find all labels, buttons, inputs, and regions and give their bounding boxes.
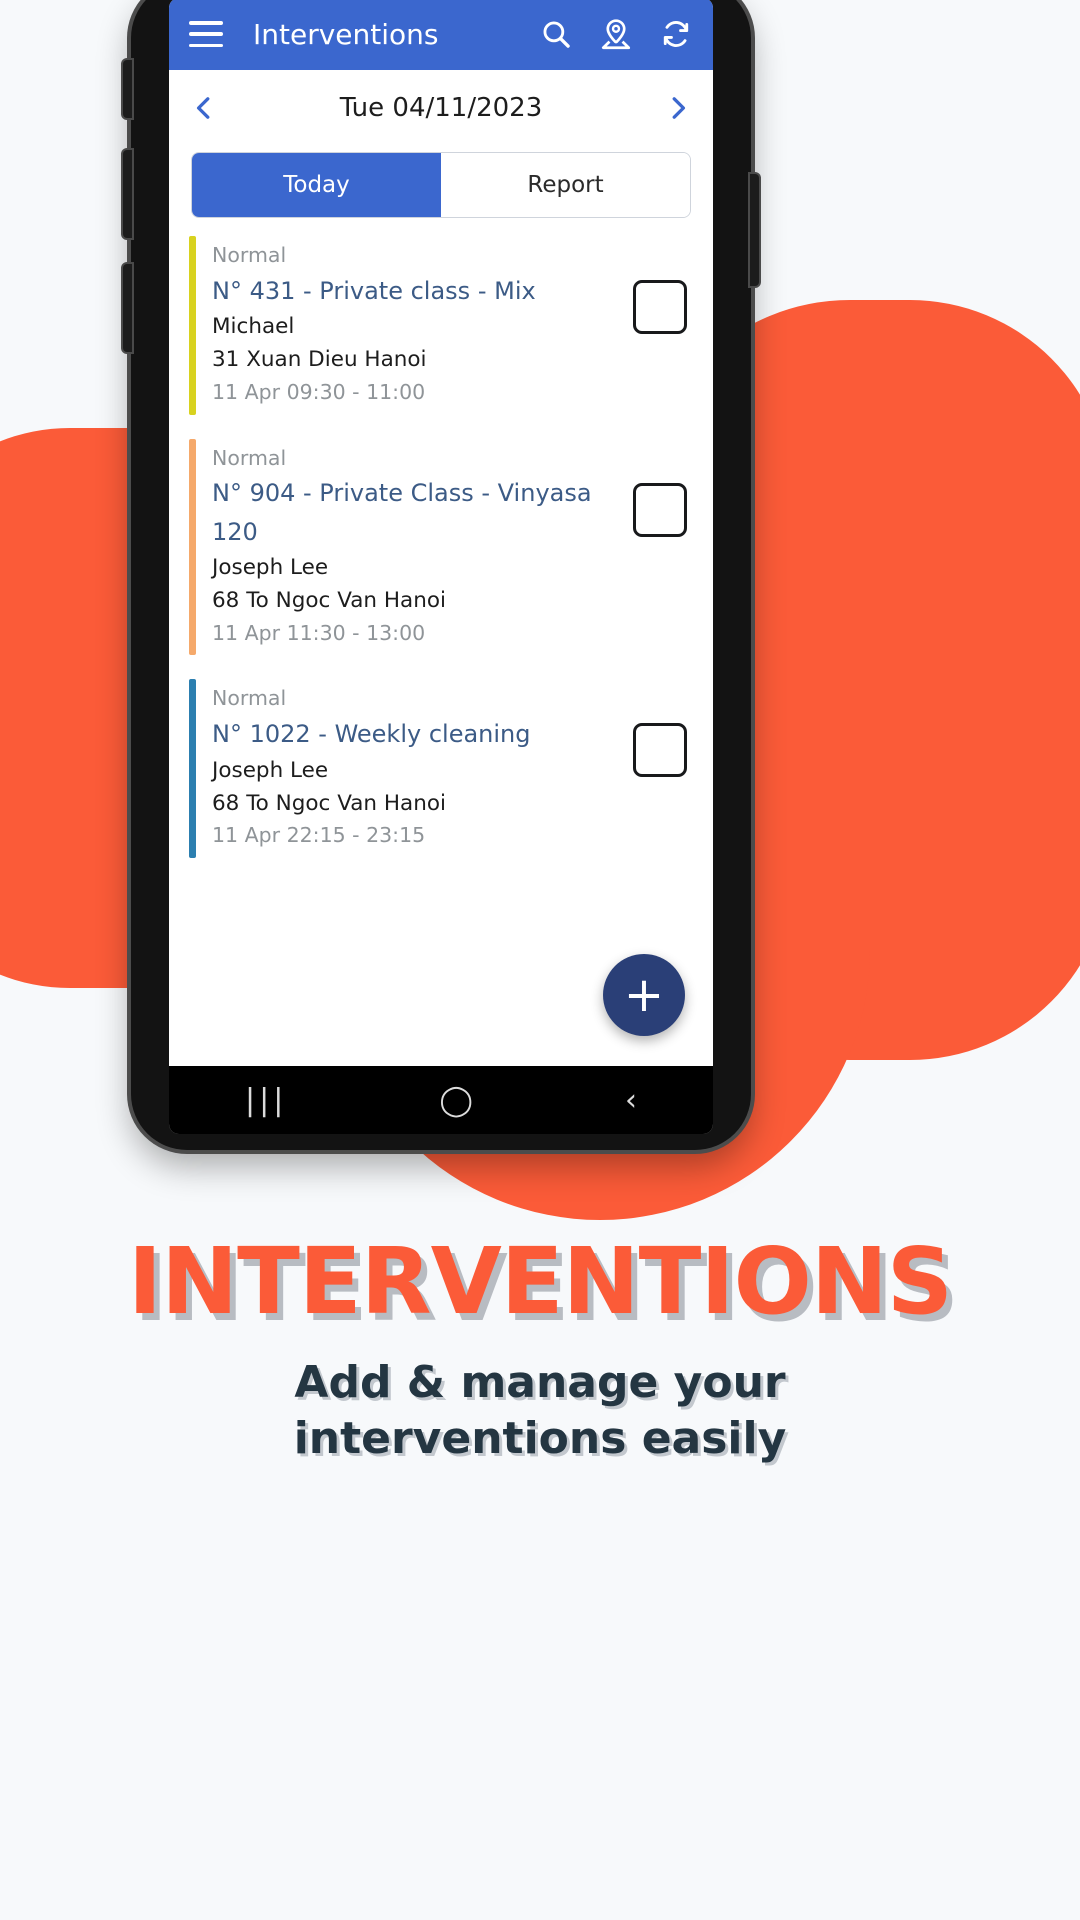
list-item[interactable]: Normal N° 431 - Private class - Mix Mich… — [169, 236, 713, 415]
back-icon[interactable]: ‹ — [625, 1083, 637, 1118]
hamburger-menu-icon[interactable] — [189, 21, 223, 47]
list-item[interactable]: Normal N° 1022 - Weekly cleaning Joseph … — [169, 679, 713, 859]
priority-accent-bar — [189, 236, 196, 415]
item-time: 11 Apr 22:15 - 23:15 — [212, 823, 426, 848]
item-checkbox[interactable] — [633, 723, 687, 778]
promo-stage: Interventions Tue 04/11/2023 Today Repor… — [0, 0, 1080, 1920]
priority-accent-bar — [189, 679, 196, 859]
volume-down-button[interactable] — [123, 150, 132, 238]
priority-accent-bar — [189, 438, 196, 656]
item-status: Normal — [212, 243, 287, 267]
item-title: N° 431 - Private class - Mix — [212, 276, 536, 305]
item-person: Joseph Lee — [212, 757, 329, 783]
item-status: Normal — [212, 686, 287, 711]
promo-subheadline-line1: Add & manage your — [294, 1357, 786, 1408]
tab-today[interactable]: Today — [192, 153, 441, 217]
list-item-body: Normal N° 1022 - Weekly cleaning Joseph … — [196, 679, 633, 858]
refresh-icon[interactable] — [659, 17, 693, 51]
next-day-button[interactable] — [665, 95, 691, 121]
item-checkbox[interactable] — [633, 280, 687, 334]
item-time: 11 Apr 11:30 - 13:00 — [212, 620, 426, 645]
app-bar: Interventions — [169, 0, 713, 70]
item-person: Joseph Lee — [212, 555, 329, 581]
page-title: Interventions — [253, 17, 439, 51]
item-address: 31 Xuan Dieu Hanoi — [212, 347, 427, 373]
phone-screen: Interventions Tue 04/11/2023 Today Repor… — [169, 0, 713, 1134]
list-item[interactable]: Normal N° 904 - Private Class - Vinyasa … — [169, 438, 713, 656]
promo-subheadline-line2: interventions easily — [293, 1413, 787, 1465]
power-button[interactable] — [750, 174, 759, 286]
volume-up-button[interactable] — [123, 60, 132, 118]
android-navigation-bar: ||| ◯ ‹ — [169, 1066, 713, 1134]
search-icon[interactable] — [539, 17, 573, 51]
item-address: 68 To Ngoc Van Hanoi — [212, 588, 446, 614]
item-time: 11 Apr 09:30 - 11:00 — [212, 379, 426, 404]
promo-subheadline: Add & manage your interventions easily — [0, 1355, 1080, 1468]
bixby-button[interactable] — [123, 264, 132, 352]
list-item-body: Normal N° 431 - Private class - Mix Mich… — [196, 236, 633, 415]
date-navigation-bar: Tue 04/11/2023 — [169, 70, 713, 146]
item-person: Michael — [212, 314, 295, 340]
tab-bar: Today Report — [191, 152, 691, 218]
item-address: 68 To Ngoc Van Hanoi — [212, 790, 446, 816]
home-icon[interactable]: ◯ — [439, 1083, 473, 1118]
current-date-label: Tue 04/11/2023 — [339, 93, 543, 123]
map-pin-icon[interactable] — [599, 17, 633, 51]
add-intervention-fab[interactable]: + — [603, 954, 685, 1036]
item-title: N° 904 - Private Class - Vinyasa 120 — [212, 479, 592, 546]
app-bar-actions — [539, 17, 693, 51]
list-item-body: Normal N° 904 - Private Class - Vinyasa … — [196, 439, 633, 656]
recents-icon[interactable]: ||| — [245, 1083, 287, 1118]
promo-headline: INTERVENTIONS — [127, 1228, 953, 1335]
phone-frame: Interventions Tue 04/11/2023 Today Repor… — [123, 0, 759, 1150]
item-status: Normal — [212, 445, 287, 470]
intervention-list: Normal N° 431 - Private class - Mix Mich… — [169, 218, 713, 1066]
previous-day-button[interactable] — [191, 95, 217, 121]
item-title: N° 1022 - Weekly cleaning — [212, 720, 531, 749]
item-checkbox[interactable] — [633, 482, 687, 537]
tab-report[interactable]: Report — [441, 153, 690, 217]
